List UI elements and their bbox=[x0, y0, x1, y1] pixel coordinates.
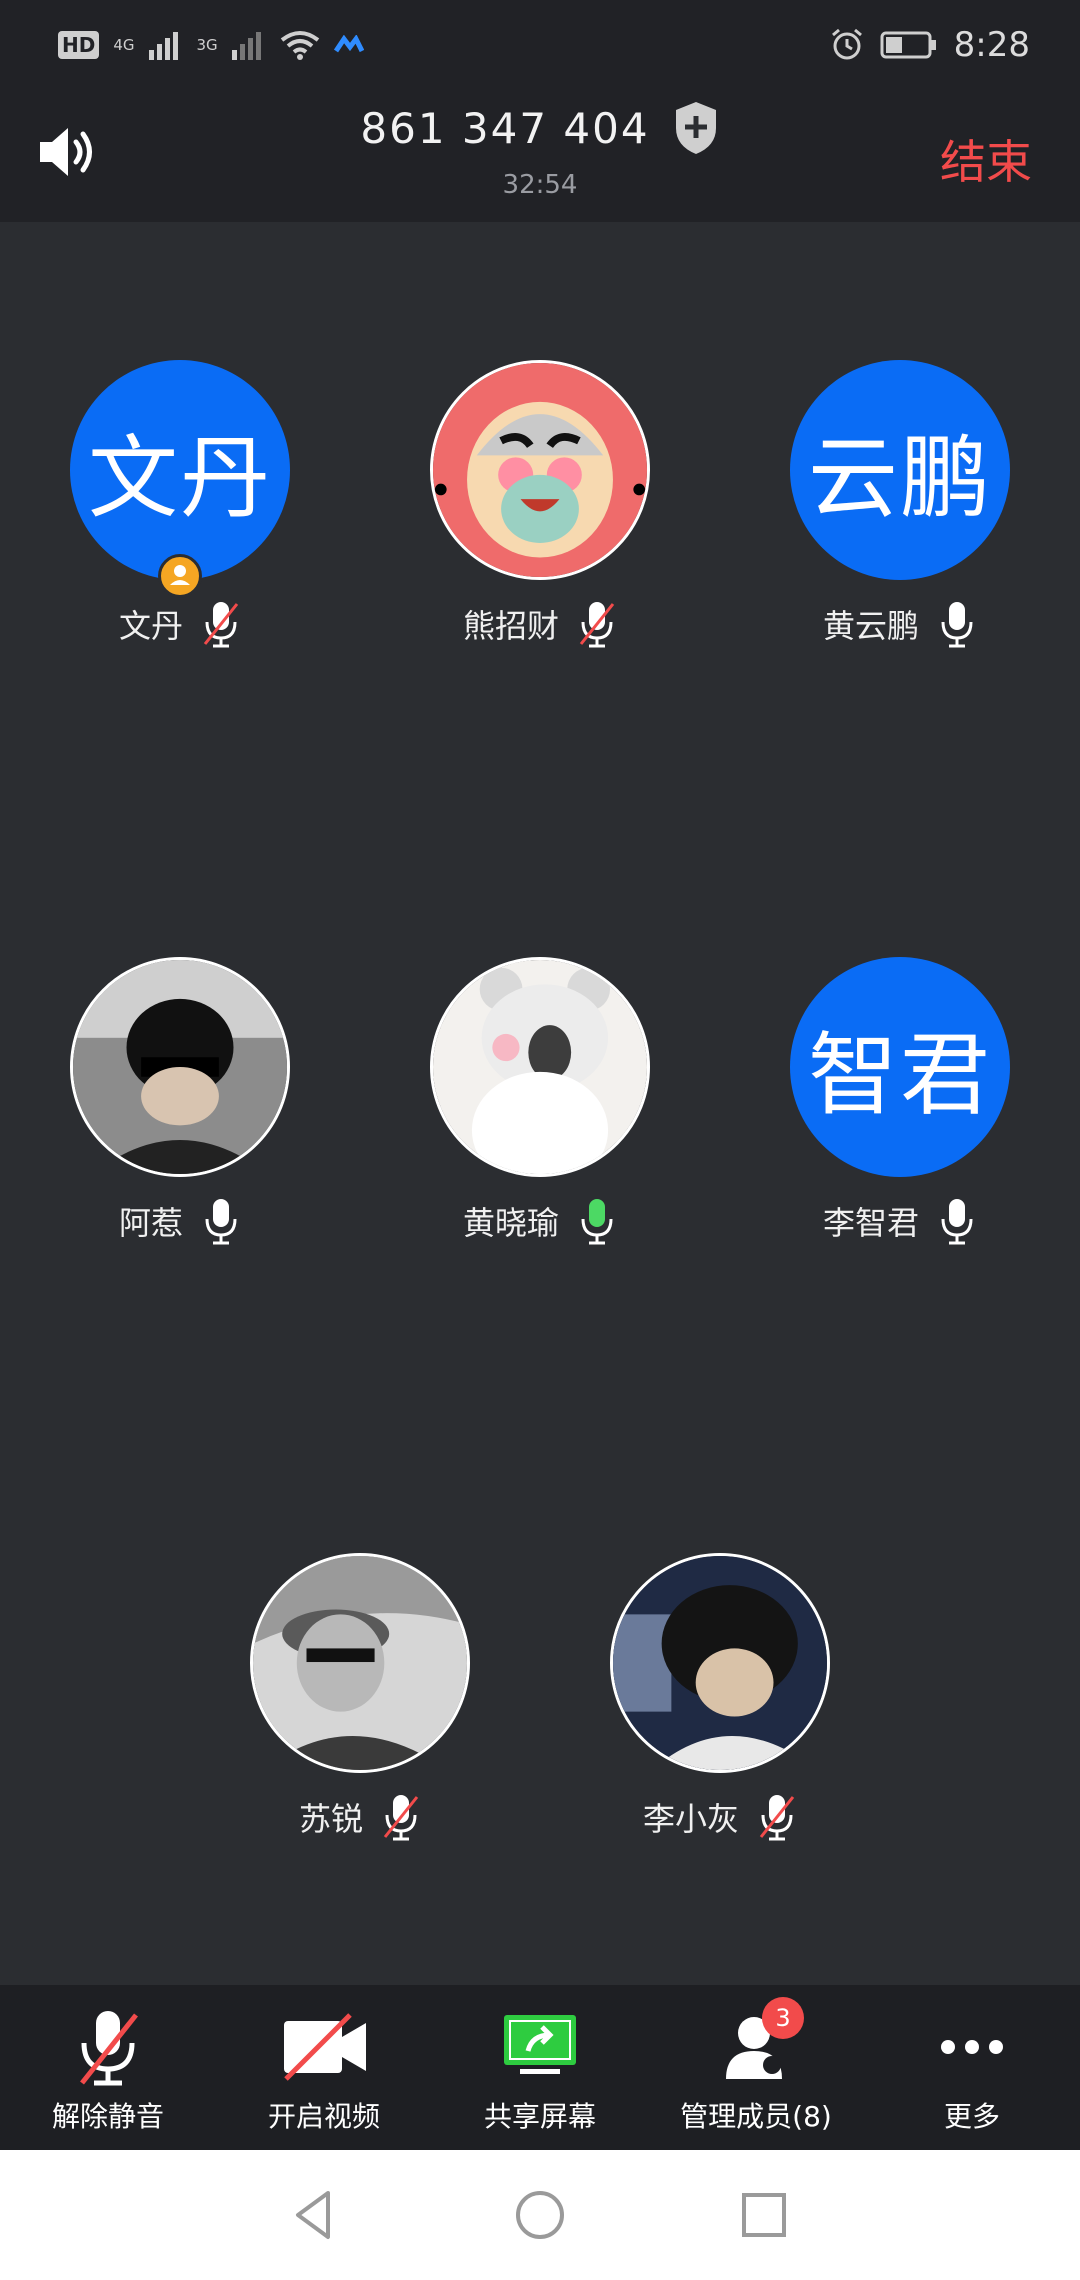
recents-icon[interactable] bbox=[732, 2183, 796, 2247]
avatar bbox=[70, 957, 290, 1177]
participant-name: 苏锐 bbox=[298, 1800, 363, 1838]
mic-muted-icon bbox=[80, 2011, 138, 2086]
photo-avatar bbox=[73, 960, 287, 1174]
member-count-badge: 3 bbox=[762, 1997, 804, 2039]
host-badge-icon bbox=[158, 554, 202, 598]
participant-name: 黄云鹏 bbox=[822, 607, 919, 645]
avatar-initials: 智君 bbox=[808, 1023, 992, 1128]
clock: 8:28 bbox=[953, 25, 1030, 65]
share-screen-button[interactable]: 共享屏幕 bbox=[432, 1985, 648, 2150]
meeting-header: 861 347 404 32:54 结束 bbox=[0, 90, 1080, 222]
video-off-icon bbox=[284, 2013, 366, 2081]
meeting-id-row[interactable]: 861 347 404 bbox=[0, 100, 1080, 156]
mic-icon bbox=[941, 602, 973, 648]
participant-tile[interactable]: 苏锐 bbox=[240, 1553, 480, 1841]
avatar bbox=[430, 957, 650, 1177]
manage-members-label: 管理成员(8) bbox=[680, 2100, 832, 2133]
battery-icon bbox=[880, 31, 936, 59]
mic-speaking-icon bbox=[581, 1199, 613, 1245]
wifi-icon bbox=[280, 31, 319, 60]
meeting-id: 861 347 404 bbox=[360, 103, 650, 153]
avatar bbox=[430, 360, 650, 580]
start-video-label: 开启视频 bbox=[267, 2100, 380, 2133]
photo-avatar bbox=[613, 1556, 827, 1770]
share-screen-label: 共享屏幕 bbox=[483, 2100, 596, 2133]
hd-icon: HD bbox=[58, 31, 100, 59]
participant-tile[interactable]: 智君 李智君 bbox=[780, 957, 1020, 1245]
mic-muted-icon bbox=[759, 1795, 795, 1841]
mic-muted-icon bbox=[579, 602, 615, 648]
participant-name: 熊招财 bbox=[462, 607, 559, 645]
status-left: HD 4G 3G bbox=[58, 20, 364, 70]
cartoon-bear-avatar bbox=[433, 960, 647, 1174]
mic-muted-icon bbox=[203, 602, 239, 648]
unmute-label: 解除静音 bbox=[51, 2100, 164, 2133]
meeting-duration: 32:54 bbox=[502, 170, 578, 200]
manage-members-button[interactable]: 3 管理成员(8) bbox=[648, 1985, 864, 2150]
signal-icon bbox=[148, 32, 178, 60]
participant-tile[interactable]: 云鹏 黄云鹏 bbox=[780, 360, 1020, 648]
network-4g-label: 4G bbox=[113, 35, 135, 54]
participant-tile[interactable]: 阿惹 bbox=[60, 957, 300, 1245]
system-nav-bar bbox=[0, 2150, 1080, 2280]
participant-name: 李小灰 bbox=[642, 1800, 739, 1838]
avatar bbox=[250, 1553, 470, 1773]
network-3g-label: 3G bbox=[196, 35, 218, 54]
more-button[interactable]: 更多 bbox=[864, 1985, 1080, 2150]
mic-icon bbox=[205, 1199, 237, 1245]
more-label: 更多 bbox=[943, 2100, 1000, 2133]
avatar: 云鹏 bbox=[790, 360, 1010, 580]
app-icon bbox=[333, 35, 364, 53]
meeting-toolbar: 解除静音 开启视频 共享屏幕 3 管理成员(8) 更多 bbox=[0, 1985, 1080, 2150]
more-icon bbox=[941, 2040, 1003, 2054]
mic-muted-icon bbox=[383, 1795, 419, 1841]
participant-tile[interactable]: 熊招财 bbox=[420, 360, 660, 648]
avatar-initials: 云鹏 bbox=[808, 426, 992, 531]
mic-icon bbox=[941, 1199, 973, 1245]
participant-name: 文丹 bbox=[118, 607, 183, 645]
participant-tile[interactable]: 黄晓瑜 bbox=[420, 957, 660, 1245]
home-icon[interactable] bbox=[508, 2183, 572, 2247]
avatar: 智君 bbox=[790, 957, 1010, 1177]
signal-icon bbox=[231, 32, 261, 60]
avatar bbox=[610, 1553, 830, 1773]
participant-tile[interactable]: 文丹 文丹 bbox=[60, 360, 300, 648]
start-video-button[interactable]: 开启视频 bbox=[216, 1985, 432, 2150]
photo-avatar bbox=[253, 1556, 467, 1770]
status-bar: HD 4G 3G 8:28 bbox=[0, 0, 1080, 90]
participant-tile[interactable]: 李小灰 bbox=[600, 1553, 840, 1841]
unmute-button[interactable]: 解除静音 bbox=[0, 1985, 216, 2150]
back-icon[interactable] bbox=[284, 2183, 348, 2247]
shield-icon bbox=[675, 102, 716, 154]
participant-name: 李智君 bbox=[822, 1204, 919, 1242]
cartoon-face-avatar bbox=[433, 363, 647, 577]
participant-name: 阿惹 bbox=[118, 1204, 183, 1242]
avatar-initials: 文丹 bbox=[88, 426, 272, 531]
alarm-icon bbox=[831, 28, 862, 60]
status-right: 8:28 bbox=[830, 20, 1030, 70]
share-screen-icon bbox=[504, 2015, 576, 2074]
avatar: 文丹 bbox=[70, 360, 290, 598]
end-meeting-button[interactable]: 结束 bbox=[940, 126, 1032, 192]
participant-name: 黄晓瑜 bbox=[462, 1204, 559, 1242]
